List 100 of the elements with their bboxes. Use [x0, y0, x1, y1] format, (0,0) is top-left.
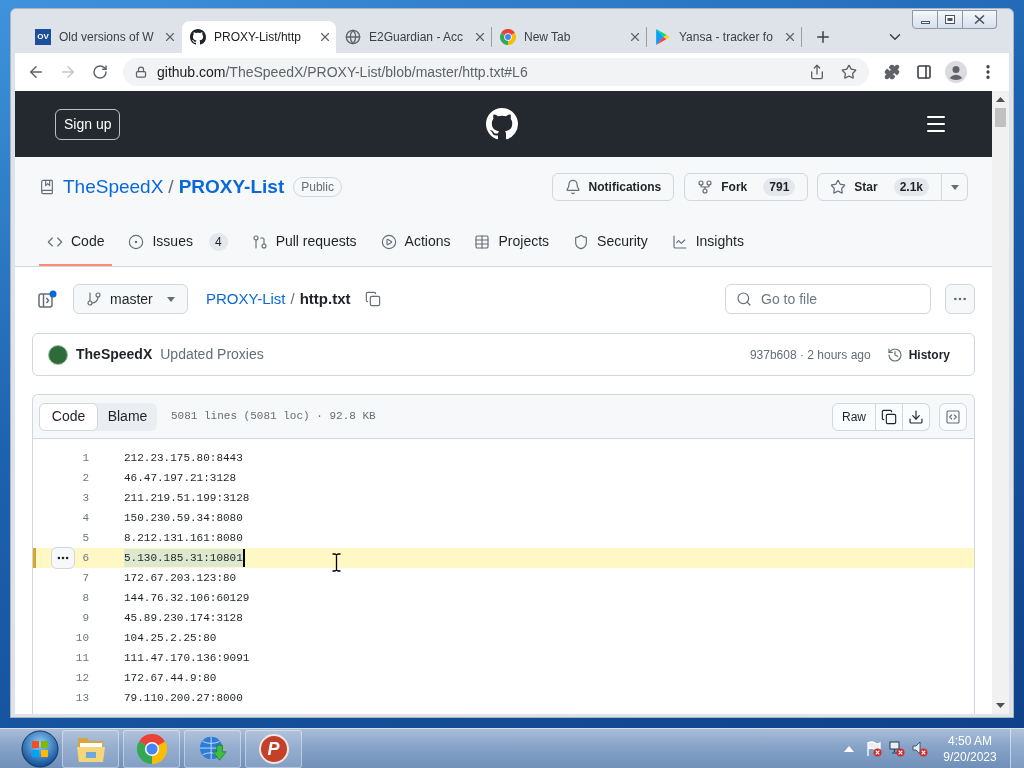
close-tab-icon[interactable]	[628, 30, 642, 44]
minimize-button[interactable]	[912, 10, 938, 29]
caret-up-icon[interactable]	[844, 745, 854, 752]
extensions-icon[interactable]	[884, 64, 900, 80]
restore-icon	[945, 15, 955, 24]
code-line-text: 5.130.185.31:10801	[124, 549, 243, 567]
back-icon[interactable]	[27, 63, 45, 81]
caret-down-icon	[950, 184, 959, 190]
view-mode-tab[interactable]: Code	[39, 402, 98, 431]
download-button[interactable]	[903, 402, 931, 431]
profile-icon[interactable]	[945, 61, 967, 83]
repo-owner-link[interactable]: TheSpeedX	[63, 172, 164, 202]
code-line-text: 144.76.32.106:60129	[124, 591, 250, 606]
line-number: 9	[82, 612, 89, 624]
line-number: 6	[82, 552, 89, 564]
share-icon[interactable]	[809, 64, 825, 80]
code-line-text: 150.230.59.34:8080	[124, 511, 243, 526]
globe-icon	[345, 29, 361, 45]
symbols-button[interactable]	[939, 402, 968, 431]
close-tab-icon[interactable]	[318, 30, 332, 44]
repo-name-link[interactable]: PROXY-List	[178, 172, 285, 202]
file-info: 5081 lines (5081 loc) · 92.8 KB	[171, 409, 376, 425]
side-panel-icon[interactable]	[916, 64, 932, 80]
repo-nav-tab[interactable]: Pull requests	[243, 219, 365, 266]
scroll-down-icon[interactable]	[996, 703, 1005, 708]
table-icon	[474, 233, 491, 250]
star-count: 2.1k	[893, 178, 930, 196]
speaker-icon[interactable]	[912, 740, 928, 757]
taskbar-app-button[interactable]	[184, 729, 241, 768]
commit-message-link[interactable]: Updated Proxies	[160, 344, 264, 365]
view-mode-tab[interactable]: Blame	[98, 402, 157, 431]
branch-icon	[86, 291, 102, 307]
code-line-text: 172.67.203.123:80	[124, 571, 237, 586]
line-number: 3	[82, 492, 89, 504]
star-icon	[830, 179, 847, 195]
chrome-logo-icon	[136, 733, 167, 764]
browser-tab[interactable]: New Tab	[492, 21, 646, 53]
taskbar-app-button[interactable]: P	[245, 729, 302, 768]
notifications-button[interactable]: Notifications	[551, 173, 675, 201]
new-tab-icon[interactable]	[814, 28, 832, 46]
commit-author-link[interactable]: TheSpeedX	[76, 344, 153, 365]
path-separator: /	[290, 288, 295, 309]
repo-nav-tab[interactable]: Security	[565, 219, 656, 266]
address-bar[interactable]: github.com/TheSpeedX/PROXY-List/blob/master/http.txt#L6	[123, 58, 869, 86]
start-orb-icon[interactable]	[20, 728, 60, 768]
flag-icon[interactable]	[866, 740, 882, 757]
star-dropdown-button[interactable]	[942, 173, 969, 201]
browser-tab[interactable]: PROXY-List/http	[182, 21, 336, 53]
commit-sha-time: 937b608 · 2 hours ago	[749, 346, 871, 364]
lock-icon	[135, 66, 147, 78]
star-button[interactable]: Star 2.1k	[817, 173, 943, 201]
download-icon	[908, 408, 925, 425]
close-tab-icon[interactable]	[473, 30, 487, 44]
fork-icon	[697, 179, 714, 195]
line-number: 12	[75, 672, 89, 684]
history-link[interactable]: History	[908, 345, 951, 364]
line-options-button[interactable]	[51, 547, 75, 569]
copy-icon	[881, 408, 898, 425]
sign-up-button[interactable]: Sign up	[55, 108, 121, 140]
repo-nav-tab[interactable]: Issues 4	[120, 219, 236, 266]
code-line-text: 212.23.175.80:8443	[124, 451, 243, 466]
octocat-icon	[190, 29, 206, 45]
breadcrumb-repo-link[interactable]: PROXY-List	[206, 287, 286, 311]
repo-icon	[39, 179, 55, 195]
copy-icon[interactable]	[365, 291, 382, 307]
taskbar-app-button[interactable]	[123, 729, 180, 768]
code-square-icon	[945, 408, 962, 425]
branch-button[interactable]: master	[73, 284, 188, 314]
history-icon	[886, 346, 903, 363]
maximize-button[interactable]	[938, 10, 963, 29]
close-tab-icon[interactable]	[163, 30, 177, 44]
scrollbar-thumb[interactable]	[995, 108, 1006, 127]
browser-tab[interactable]: OV Old versions of W	[27, 21, 181, 53]
line-number: 2	[82, 472, 89, 484]
code-line-text: 172.67.44.9:80	[124, 671, 217, 686]
line-number: 5	[82, 532, 89, 544]
reload-icon[interactable]	[92, 64, 108, 80]
code-line-text: 111.47.170.136:9091	[124, 651, 250, 666]
site-favicon: OV	[35, 29, 51, 45]
browser-tab[interactable]: E2Guardian - Acc	[337, 21, 491, 53]
url-text: github.com/TheSpeedX/PROXY-List/blob/master/http.txt#L6	[157, 62, 528, 82]
close-window-button[interactable]	[963, 10, 997, 29]
browser-tab[interactable]: Yansa - tracker fo	[647, 21, 801, 53]
search-icon	[736, 291, 753, 307]
bookmark-star-icon[interactable]	[841, 64, 857, 80]
sidebar-toggle-icon[interactable]	[38, 289, 57, 309]
repo-nav-tab[interactable]: Projects	[466, 219, 558, 266]
copy-raw-button[interactable]	[876, 402, 904, 431]
repo-nav-tab[interactable]: Insights	[663, 219, 752, 266]
octocat-logo-icon[interactable]	[485, 108, 518, 140]
search-field[interactable]: Go to file	[725, 284, 932, 314]
repo-nav-tab[interactable]: Actions	[372, 219, 459, 266]
scroll-up-icon[interactable]	[996, 97, 1005, 102]
pull-request-icon	[251, 233, 268, 250]
close-tab-icon[interactable]	[783, 30, 797, 44]
network-icon[interactable]	[889, 740, 905, 757]
raw-button[interactable]: Raw	[832, 402, 877, 431]
fork-button[interactable]: Fork 791	[684, 173, 809, 201]
repo-nav-tab[interactable]: Code	[39, 219, 113, 266]
bell-icon	[564, 179, 581, 195]
